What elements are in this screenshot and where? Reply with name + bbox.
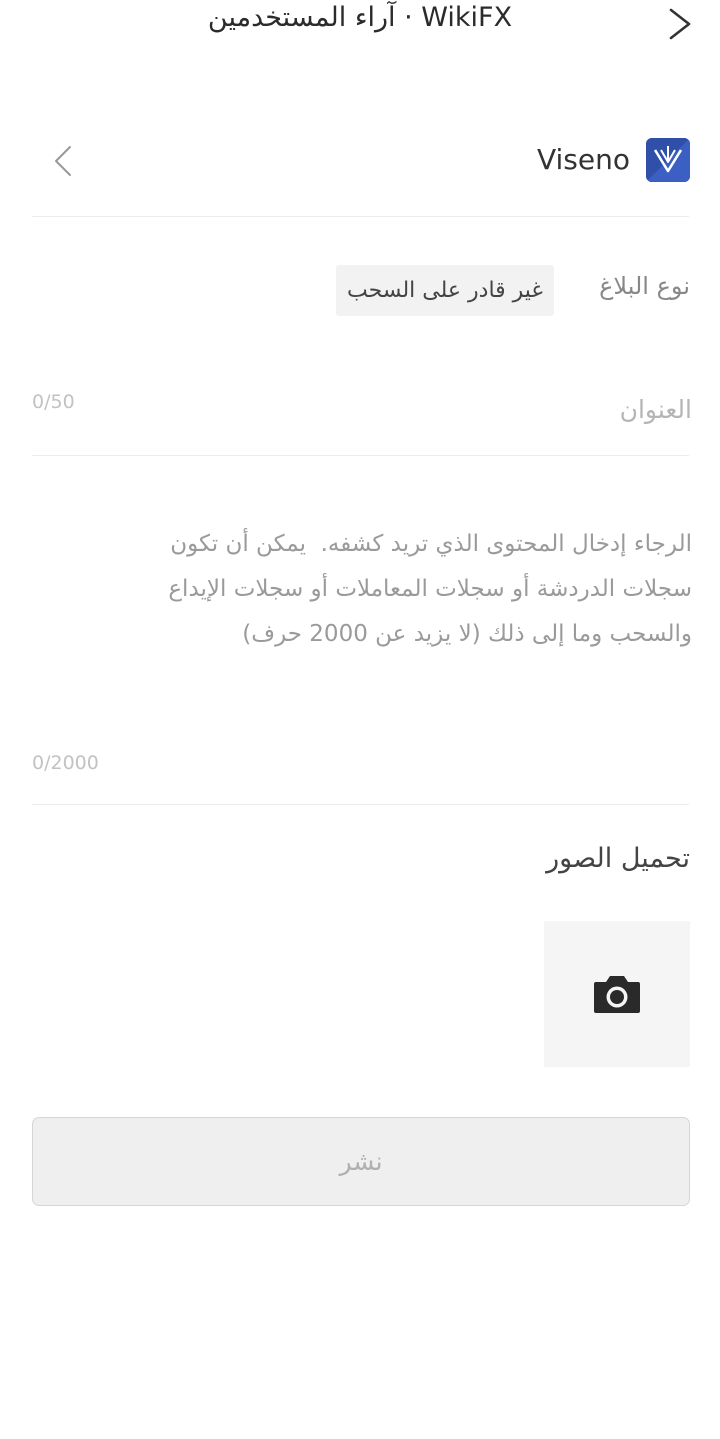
- upload-image-button[interactable]: [544, 921, 690, 1067]
- divider: [32, 455, 689, 456]
- divider: [32, 804, 689, 805]
- camera-icon: [594, 976, 640, 1013]
- report-type-chip[interactable]: غير قادر على السحب: [336, 265, 554, 316]
- title-char-counter: 0/50: [32, 391, 75, 413]
- chevron-right-icon[interactable]: [663, 6, 697, 42]
- broker-name: Viseno: [536, 143, 630, 176]
- broker-selector[interactable]: Viseno: [32, 130, 690, 190]
- page-title: آراء المستخدمين · WikiFX: [207, 2, 513, 33]
- content-textarea[interactable]: [150, 520, 694, 724]
- upload-images-label: تحميل الصور: [546, 843, 690, 874]
- content-char-counter: 0/2000: [32, 752, 99, 774]
- chevron-left-icon[interactable]: [50, 144, 74, 178]
- divider: [32, 216, 689, 217]
- publish-button[interactable]: نشر: [32, 1117, 690, 1206]
- broker-logo: [646, 138, 690, 182]
- viseno-logo-icon: [646, 138, 690, 182]
- title-input[interactable]: [100, 383, 694, 435]
- report-type-label: نوع البلاغ: [599, 272, 690, 300]
